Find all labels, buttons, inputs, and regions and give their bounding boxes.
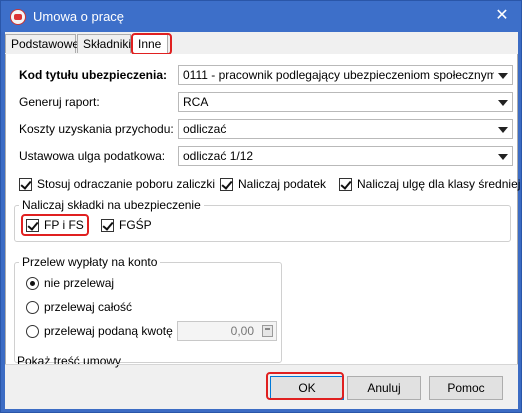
radio-przelewaj-kwote-label: przelewaj podaną kwotę [44,324,173,338]
koszty-label: Koszty uzyskania przychodu: [19,122,174,136]
chevron-down-icon [498,100,508,106]
radio-unselected-icon [26,301,39,314]
ulge-label: Naliczaj ulgę dla klasy średniej [357,177,521,191]
podatek-label: Naliczaj podatek [238,177,327,191]
close-button[interactable]: ✕ [493,7,511,25]
kwota-value: 0,00 [230,324,254,338]
kwota-input[interactable]: 0,00 [177,321,277,341]
tab-podstawowe[interactable]: Podstawowe [5,34,79,53]
window-title: Umowa o pracę [33,9,125,24]
radio-przelewaj-calosc[interactable]: przelewaj całość [26,300,166,316]
radio-selected-icon [26,277,39,290]
radio-nie-przelewaj-label: nie przelewaj [44,276,115,290]
radio-unselected-icon [26,325,39,338]
koszty-select[interactable]: odliczać [178,119,513,139]
ulge-checkbox[interactable]: Naliczaj ulgę dla klasy średniej [339,177,520,193]
odraczanie-checkbox[interactable]: Stosuj odraczanie poboru zaliczki [19,177,219,193]
app-logo-icon [10,9,26,25]
radio-nie-przelewaj[interactable]: nie przelewaj [26,276,146,292]
generuj-raport-select[interactable]: RCA [178,92,513,112]
przelew-group-title: Przelew wypłaty na konto [19,255,161,269]
checkbox-checked-icon [26,219,39,232]
title-bar[interactable]: Umowa o pracę ✕ [1,1,521,32]
fgsp-label: FGŚP [119,218,152,232]
fp-fs-checkbox[interactable]: FP i FS [26,218,86,234]
chevron-down-icon [498,73,508,79]
ulga-select[interactable]: odliczać 1/12 [178,146,513,166]
dialog-window: Umowa o pracę ✕ Podstawowe Składniki Inn… [0,0,522,413]
generuj-raport-label: Generuj raport: [19,95,100,109]
tab-panel-inne: Kod tytułu ubezpieczenia: 0111 - pracown… [5,54,520,364]
kod-tytulu-value: 0111 - pracownik podlegający ubezpieczen… [183,68,494,82]
ulga-label: Ustawowa ulga podatkowa: [19,149,166,163]
kod-tytulu-label: Kod tytułu ubezpieczenia: [19,68,168,82]
checkbox-checked-icon [339,178,352,191]
tab-strip: Podstawowe Składniki Inne [5,33,518,56]
ok-button[interactable]: OK [270,376,344,400]
checkbox-checked-icon [101,219,114,232]
fp-fs-label: FP i FS [44,218,84,232]
ulga-value: odliczać 1/12 [183,149,254,163]
tab-skladniki[interactable]: Składniki [77,34,131,53]
fgsp-checkbox[interactable]: FGŚP [101,218,161,234]
chevron-down-icon [498,127,508,133]
radio-przelewaj-calosc-label: przelewaj całość [44,300,133,314]
koszty-value: odliczać [183,122,227,136]
checkbox-checked-icon [220,178,233,191]
pokaz-tresc-umowy[interactable]: Pokaż treść umowy [17,354,121,368]
help-button[interactable]: Pomoc [429,376,503,400]
kod-tytulu-select[interactable]: 0111 - pracownik podlegający ubezpieczen… [178,65,513,85]
generuj-raport-value: RCA [183,95,209,109]
cancel-button[interactable]: Anuluj [347,376,421,400]
tab-inne[interactable]: Inne [132,34,168,54]
skladki-group-title: Naliczaj składki na ubezpieczenie [19,198,204,212]
calculator-icon[interactable] [262,325,273,337]
checkbox-checked-icon [19,178,32,191]
podatek-checkbox[interactable]: Naliczaj podatek [220,177,340,193]
dialog-client: Podstawowe Składniki Inne Kod tytułu ube… [5,32,520,409]
chevron-down-icon [498,154,508,160]
odraczanie-label: Stosuj odraczanie poboru zaliczki [37,177,216,191]
footer-divider [5,364,518,365]
radio-przelewaj-kwote[interactable]: przelewaj podaną kwotę [26,324,176,340]
